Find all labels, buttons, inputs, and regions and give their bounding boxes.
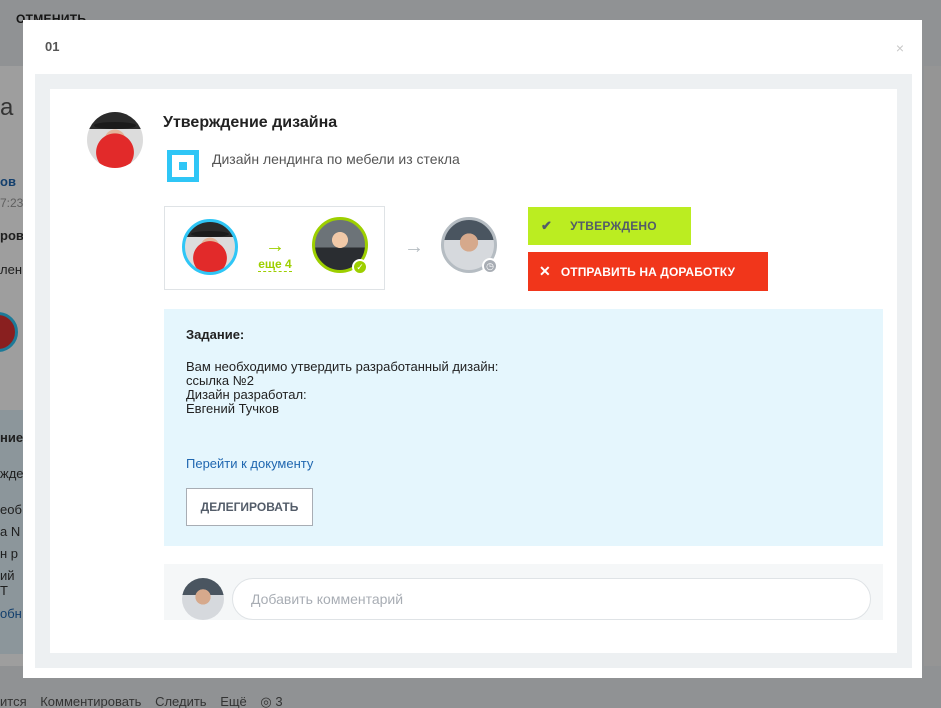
approved-button-label: УТВЕРЖДЕНО [570, 219, 657, 233]
comment-block [164, 564, 883, 620]
assignment-text: Вам необходимо утвердить разработанный д… [186, 360, 498, 416]
project-icon [167, 150, 199, 182]
more-participants-link[interactable]: еще 4 [258, 257, 292, 272]
assignment-label: Задание: [186, 327, 245, 342]
clock-icon: ◷ [482, 258, 498, 274]
assignment-line: Вам необходимо утвердить разработанный д… [186, 359, 499, 374]
modal-id: 01 [45, 39, 60, 54]
arrow-right-icon: → [265, 235, 285, 257]
arrow-right-icon: → [404, 236, 424, 258]
task-card: Утверждение дизайна Дизайн лендинга по м… [50, 89, 897, 653]
send-to-rework-label: ОТПРАВИТЬ НА ДОРАБОТКУ [560, 264, 736, 279]
assignment-line: Евгений Тучков [186, 401, 280, 416]
comment-input[interactable] [232, 578, 871, 620]
delegate-button[interactable]: ДЕЛЕГИРОВАТЬ [186, 488, 313, 526]
assignment-line: Дизайн разработал: [186, 387, 307, 402]
author-avatar[interactable] [87, 112, 143, 168]
initiator-avatar[interactable] [182, 219, 238, 275]
assignment-line: ссылка №2 [186, 373, 254, 388]
go-to-document-link[interactable]: Перейти к документу [186, 456, 313, 471]
check-icon: ✓ [352, 259, 368, 275]
current-user-avatar [182, 578, 224, 620]
send-to-rework-button[interactable]: ✕ ОТПРАВИТЬ НА ДОРАБОТКУ [528, 252, 768, 291]
task-modal: 01 × Утверждение дизайна Дизайн лендинга… [23, 20, 922, 678]
checkmark-icon: ✔ [541, 218, 553, 233]
modal-content: Утверждение дизайна Дизайн лендинга по м… [35, 74, 912, 668]
flow-more-group: → еще 4 [253, 235, 297, 273]
task-title: Утверждение дизайна [163, 114, 338, 131]
close-icon: ✕ [539, 263, 551, 279]
project-name[interactable]: Дизайн лендинга по мебели из стекла [212, 151, 460, 167]
close-icon[interactable]: × [896, 40, 904, 56]
assignment-block: Задание: Вам необходимо утвердить разраб… [164, 309, 883, 546]
approved-button[interactable]: ✔ УТВЕРЖДЕНО [528, 207, 691, 245]
approval-flow: → еще 4 ✓ [164, 206, 385, 290]
